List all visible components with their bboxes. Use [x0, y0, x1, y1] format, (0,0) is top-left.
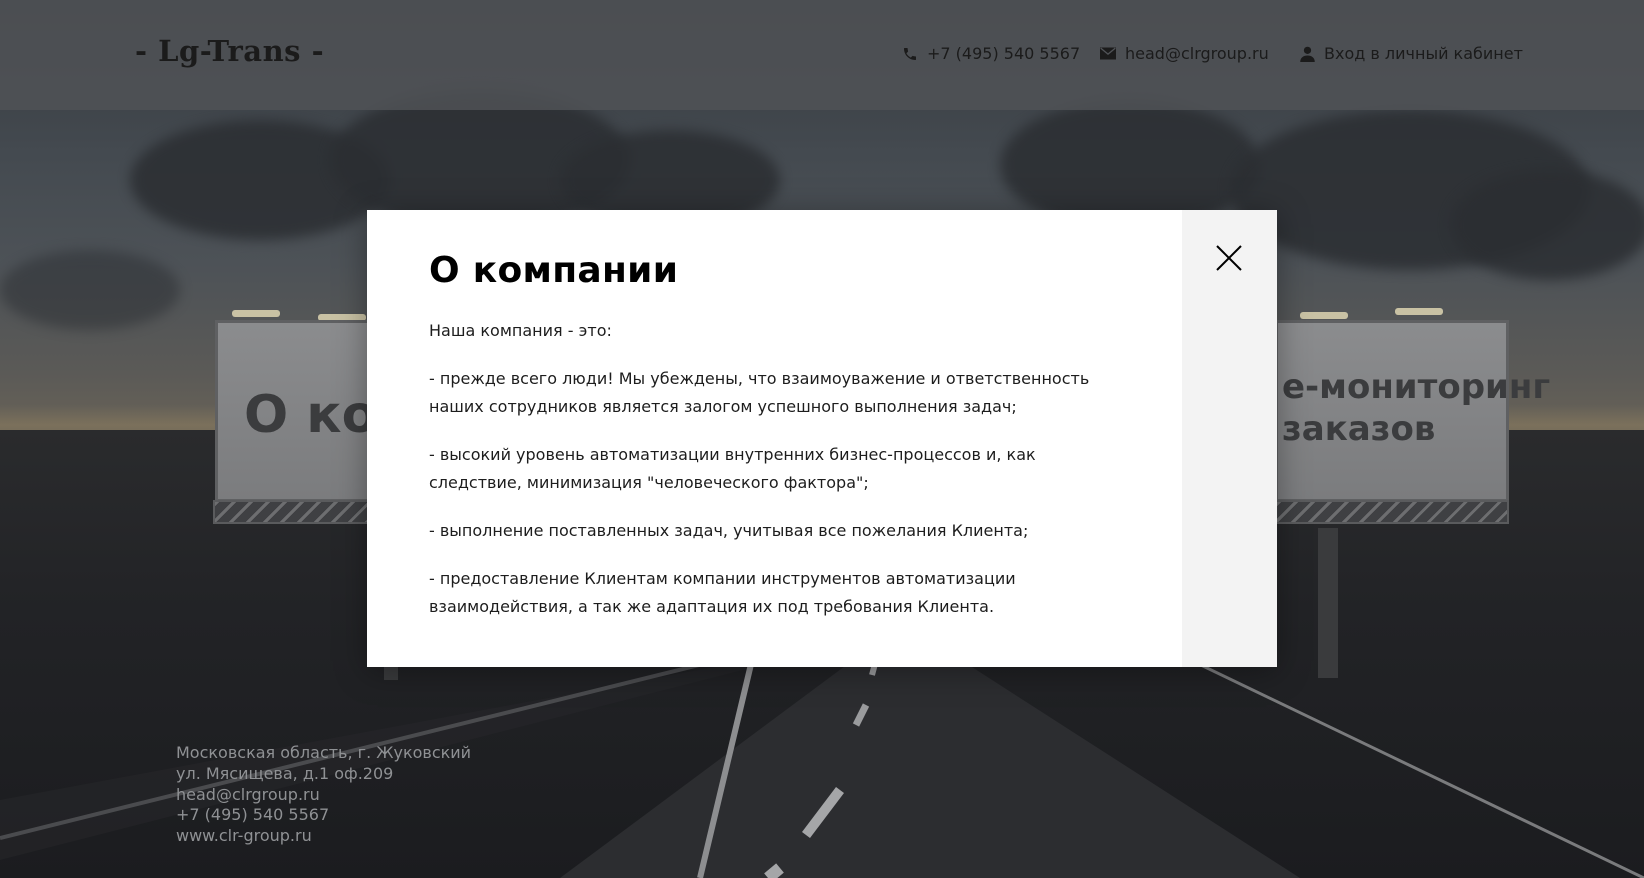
billboard-right: е-мониторинг заказов — [1275, 320, 1550, 502]
site-logo[interactable]: - Lg-Trans - — [135, 34, 324, 68]
billboard-left: О ком — [215, 320, 420, 502]
address-line-1: Московская область, г. Жуковский — [176, 743, 472, 762]
header-phone-text: +7 (495) 540 5567 — [927, 44, 1081, 63]
close-icon — [1216, 245, 1242, 271]
about-modal: О компании Наша компания - это: - прежде… — [367, 210, 1277, 667]
login-label: Вход в личный кабинет — [1324, 44, 1523, 63]
close-button[interactable] — [1215, 244, 1243, 272]
phone-icon — [904, 47, 916, 60]
modal-title: О компании — [429, 250, 679, 291]
header-phone-link[interactable]: +7 (495) 540 5567 — [902, 44, 1080, 63]
billboard-right-text-2: заказов — [1282, 409, 1436, 449]
login-link[interactable]: Вход в личный кабинет — [1300, 44, 1523, 63]
modal-close-panel — [1182, 210, 1277, 667]
address-line-2: ул. Мясищева, д.1 оф.209 — [176, 763, 394, 783]
footer-email[interactable]: head@clrgroup.ru — [176, 785, 471, 806]
footer-address: Московская область, г. Жуковский ул. Мяс… — [176, 743, 471, 847]
footer-website[interactable]: www.clr-group.ru — [176, 826, 471, 847]
modal-paragraph: Наша компания - это: — [429, 321, 612, 340]
user-icon — [1300, 46, 1315, 62]
modal-paragraph: - прежде всего люди! Мы убеждены, что вз… — [429, 369, 1090, 416]
modal-paragraph: - высокий уровень автоматизации внутренн… — [429, 445, 1036, 492]
modal-paragraph: - предоставление Клиентам компании инстр… — [429, 569, 1016, 616]
billboard-right-text-1: е-мониторинг — [1282, 367, 1551, 407]
header-email-text: head@clrgroup.ru — [1125, 44, 1269, 63]
site-header: - Lg-Trans - +7 (495) 540 5567 head@clrg… — [0, 0, 1644, 110]
modal-paragraph: - выполнение поставленных задач, учитыва… — [429, 521, 1029, 540]
modal-content: О компании Наша компания - это: - прежде… — [367, 210, 1182, 667]
header-email-link[interactable]: head@clrgroup.ru — [1100, 44, 1269, 63]
envelope-icon — [1100, 47, 1116, 60]
footer-phone[interactable]: +7 (495) 540 5567 — [176, 805, 471, 826]
